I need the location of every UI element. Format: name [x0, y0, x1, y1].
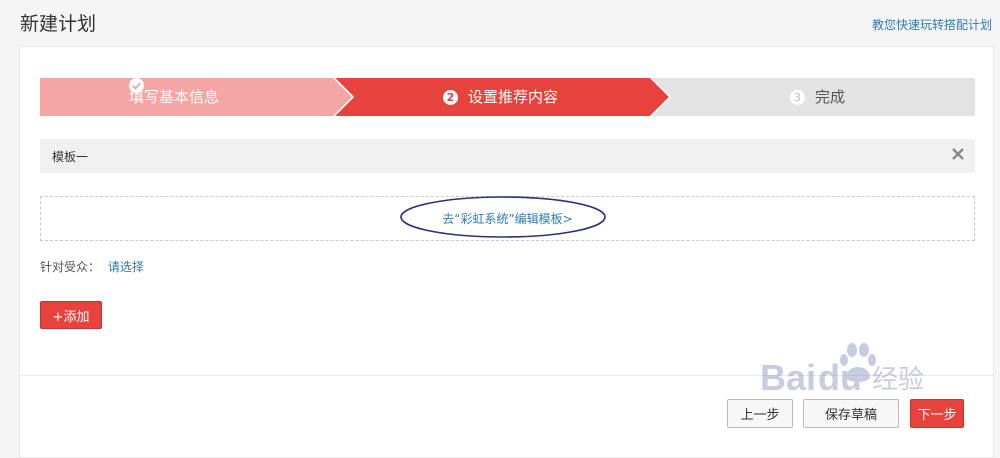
step-3-text: 完成 — [815, 88, 846, 106]
step-progress-bar: 填写基本信息 2 设置推荐内容 3 完成 — [40, 78, 975, 116]
template-name: 模板一 — [52, 150, 89, 164]
step-2-label: 2 设置推荐内容 — [443, 78, 558, 116]
main-panel: 填写基本信息 2 设置推荐内容 3 完成 模板一 去“彩虹系统”编辑模板> 针对… — [19, 46, 994, 458]
template-edit-area: 去“彩虹系统”编辑模板> — [40, 196, 975, 241]
audience-select-link[interactable]: 请选择 — [108, 260, 144, 274]
divider — [20, 375, 993, 376]
audience-row: 针对受众： 请选择 — [40, 258, 144, 275]
add-button[interactable]: +添加 — [40, 301, 102, 329]
next-step-button[interactable]: 下一步 — [910, 399, 964, 428]
check-icon — [129, 78, 144, 93]
step-3-label: 3 完成 — [790, 78, 845, 116]
close-icon[interactable] — [951, 147, 965, 161]
help-link[interactable]: 教您快速玩转搭配计划 — [872, 16, 992, 33]
edit-template-link[interactable]: 去“彩虹系统”编辑模板> — [41, 210, 974, 227]
step-3-number: 3 — [790, 89, 805, 105]
save-draft-button[interactable]: 保存草稿 — [803, 399, 899, 428]
audience-label: 针对受众： — [40, 260, 101, 274]
template-header: 模板一 — [40, 139, 975, 173]
page-title: 新建计划 — [20, 13, 97, 35]
step-2-number: 2 — [443, 89, 458, 105]
prev-step-button[interactable]: 上一步 — [727, 399, 793, 428]
step-2-text: 设置推荐内容 — [468, 88, 559, 106]
step-1-label: 填写基本信息 — [129, 78, 219, 116]
